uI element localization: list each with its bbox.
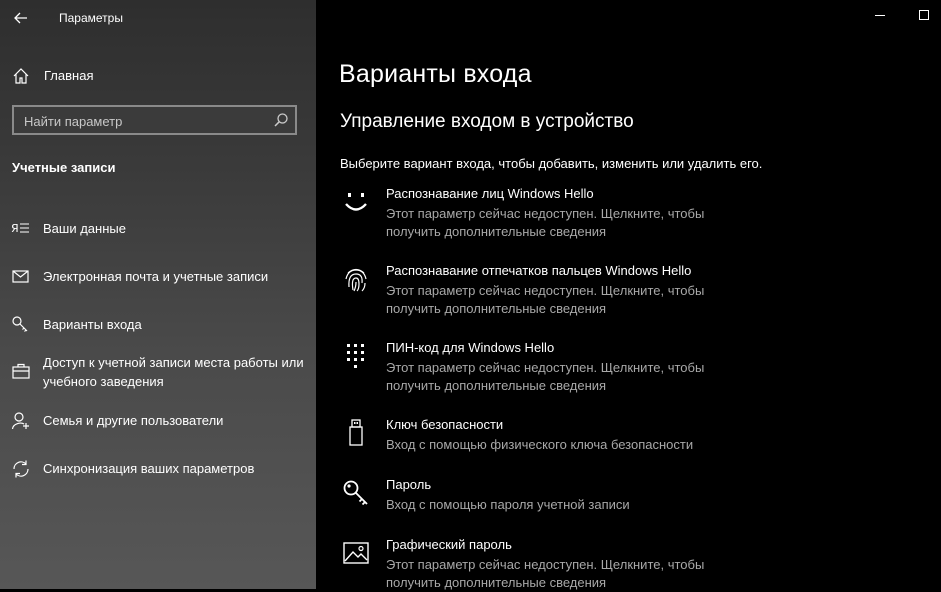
section-title: Учетные записи: [12, 160, 116, 175]
option-description: Этот параметр сейчас недоступен. Щелкнит…: [386, 206, 705, 239]
back-button[interactable]: [8, 6, 34, 30]
key-icon: [343, 480, 368, 506]
maximize-button[interactable]: [917, 8, 931, 22]
option-title: Распознавание лиц Windows Hello: [386, 186, 594, 201]
option-title: Пароль: [386, 477, 432, 492]
usb-key-icon: [349, 419, 363, 446]
option-title: Ключ безопасности: [386, 417, 504, 432]
option-security-key[interactable]: Ключ безопасности Вход с помощью физичес…: [336, 417, 916, 459]
option-title: ПИН-код для Windows Hello: [386, 340, 555, 355]
sidebar-item-home[interactable]: Главная: [0, 58, 316, 92]
option-title: Графический пароль: [386, 537, 512, 552]
back-arrow-icon: [14, 12, 27, 24]
option-description: Вход с помощью физического ключа безопас…: [386, 437, 694, 452]
sidebar-item-label: Семья и другие пользователи: [43, 413, 224, 428]
option-description: Этот параметр сейчас недоступен. Щелкнит…: [386, 557, 705, 590]
sidebar-item-label: Синхронизация ваших параметров: [43, 461, 255, 476]
sidebar-item-sign-in-options[interactable]: Варианты входа: [0, 315, 316, 351]
sidebar-item-work-access[interactable]: Доступ к учетной записи места работы или…: [0, 353, 316, 393]
option-pin[interactable]: ПИН-код для Windows Hello Этот параметр …: [336, 340, 916, 400]
keypad-icon: [347, 344, 364, 368]
sidebar-item-label: Электронная почта и учетные записи: [43, 269, 269, 284]
option-description: Этот параметр сейчас недоступен. Щелкнит…: [386, 360, 705, 393]
sidebar-item-label: Ваши данные: [43, 221, 126, 236]
search-icon[interactable]: [273, 112, 289, 128]
mail-icon: [12, 270, 29, 283]
option-picture-password[interactable]: Графический пароль Этот параметр сейчас …: [336, 537, 916, 590]
minimize-button[interactable]: [873, 8, 887, 22]
fingerprint-icon: [345, 268, 367, 292]
section-subtitle: Управление входом в устройство: [340, 111, 634, 132]
option-description: Этот параметр сейчас недоступен. Щелкнит…: [386, 283, 705, 316]
sidebar-item-label: Варианты входа: [43, 317, 142, 332]
option-password[interactable]: Пароль Вход с помощью пароля учетной зап…: [336, 477, 916, 519]
smiley-face-icon: [345, 193, 367, 211]
picture-icon: [343, 542, 369, 564]
option-description: Вход с помощью пароля учетной записи: [386, 497, 630, 512]
add-person-icon: [11, 412, 29, 430]
sidebar-item-label: Доступ к учетной записи места работы или…: [43, 355, 304, 389]
title-bar: Параметры: [0, 0, 316, 36]
home-icon: [13, 68, 29, 84]
option-title: Распознавание отпечатков пальцев Windows…: [386, 263, 692, 278]
sync-icon: [13, 460, 29, 478]
sidebar-item-your-info[interactable]: Я Ваши данные: [0, 219, 316, 255]
sidebar: Параметры Главная Учетные записи Я Ваши …: [0, 0, 316, 589]
app-title: Параметры: [59, 11, 123, 25]
search-box[interactable]: [12, 105, 297, 135]
option-fingerprint[interactable]: Распознавание отпечатков пальцев Windows…: [336, 263, 916, 323]
sidebar-item-sync[interactable]: Синхронизация ваших параметров: [0, 459, 316, 495]
sidebar-item-email[interactable]: Электронная почта и учетные записи: [0, 267, 316, 303]
svg-text:Я: Я: [11, 222, 19, 235]
key-icon: [12, 316, 28, 332]
page-title: Варианты входа: [339, 60, 532, 88]
search-input[interactable]: [14, 107, 276, 135]
sidebar-item-family[interactable]: Семья и другие пользователи: [0, 411, 316, 447]
main-content: Варианты входа Управление входом в устро…: [316, 0, 941, 590]
option-face-recognition[interactable]: Распознавание лиц Windows Hello Этот пар…: [336, 186, 916, 246]
briefcase-icon: [12, 363, 30, 379]
sidebar-home-label: Главная: [44, 68, 94, 83]
section-description: Выберите вариант входа, чтобы добавить, …: [340, 156, 763, 171]
user-info-icon: Я: [11, 222, 29, 235]
